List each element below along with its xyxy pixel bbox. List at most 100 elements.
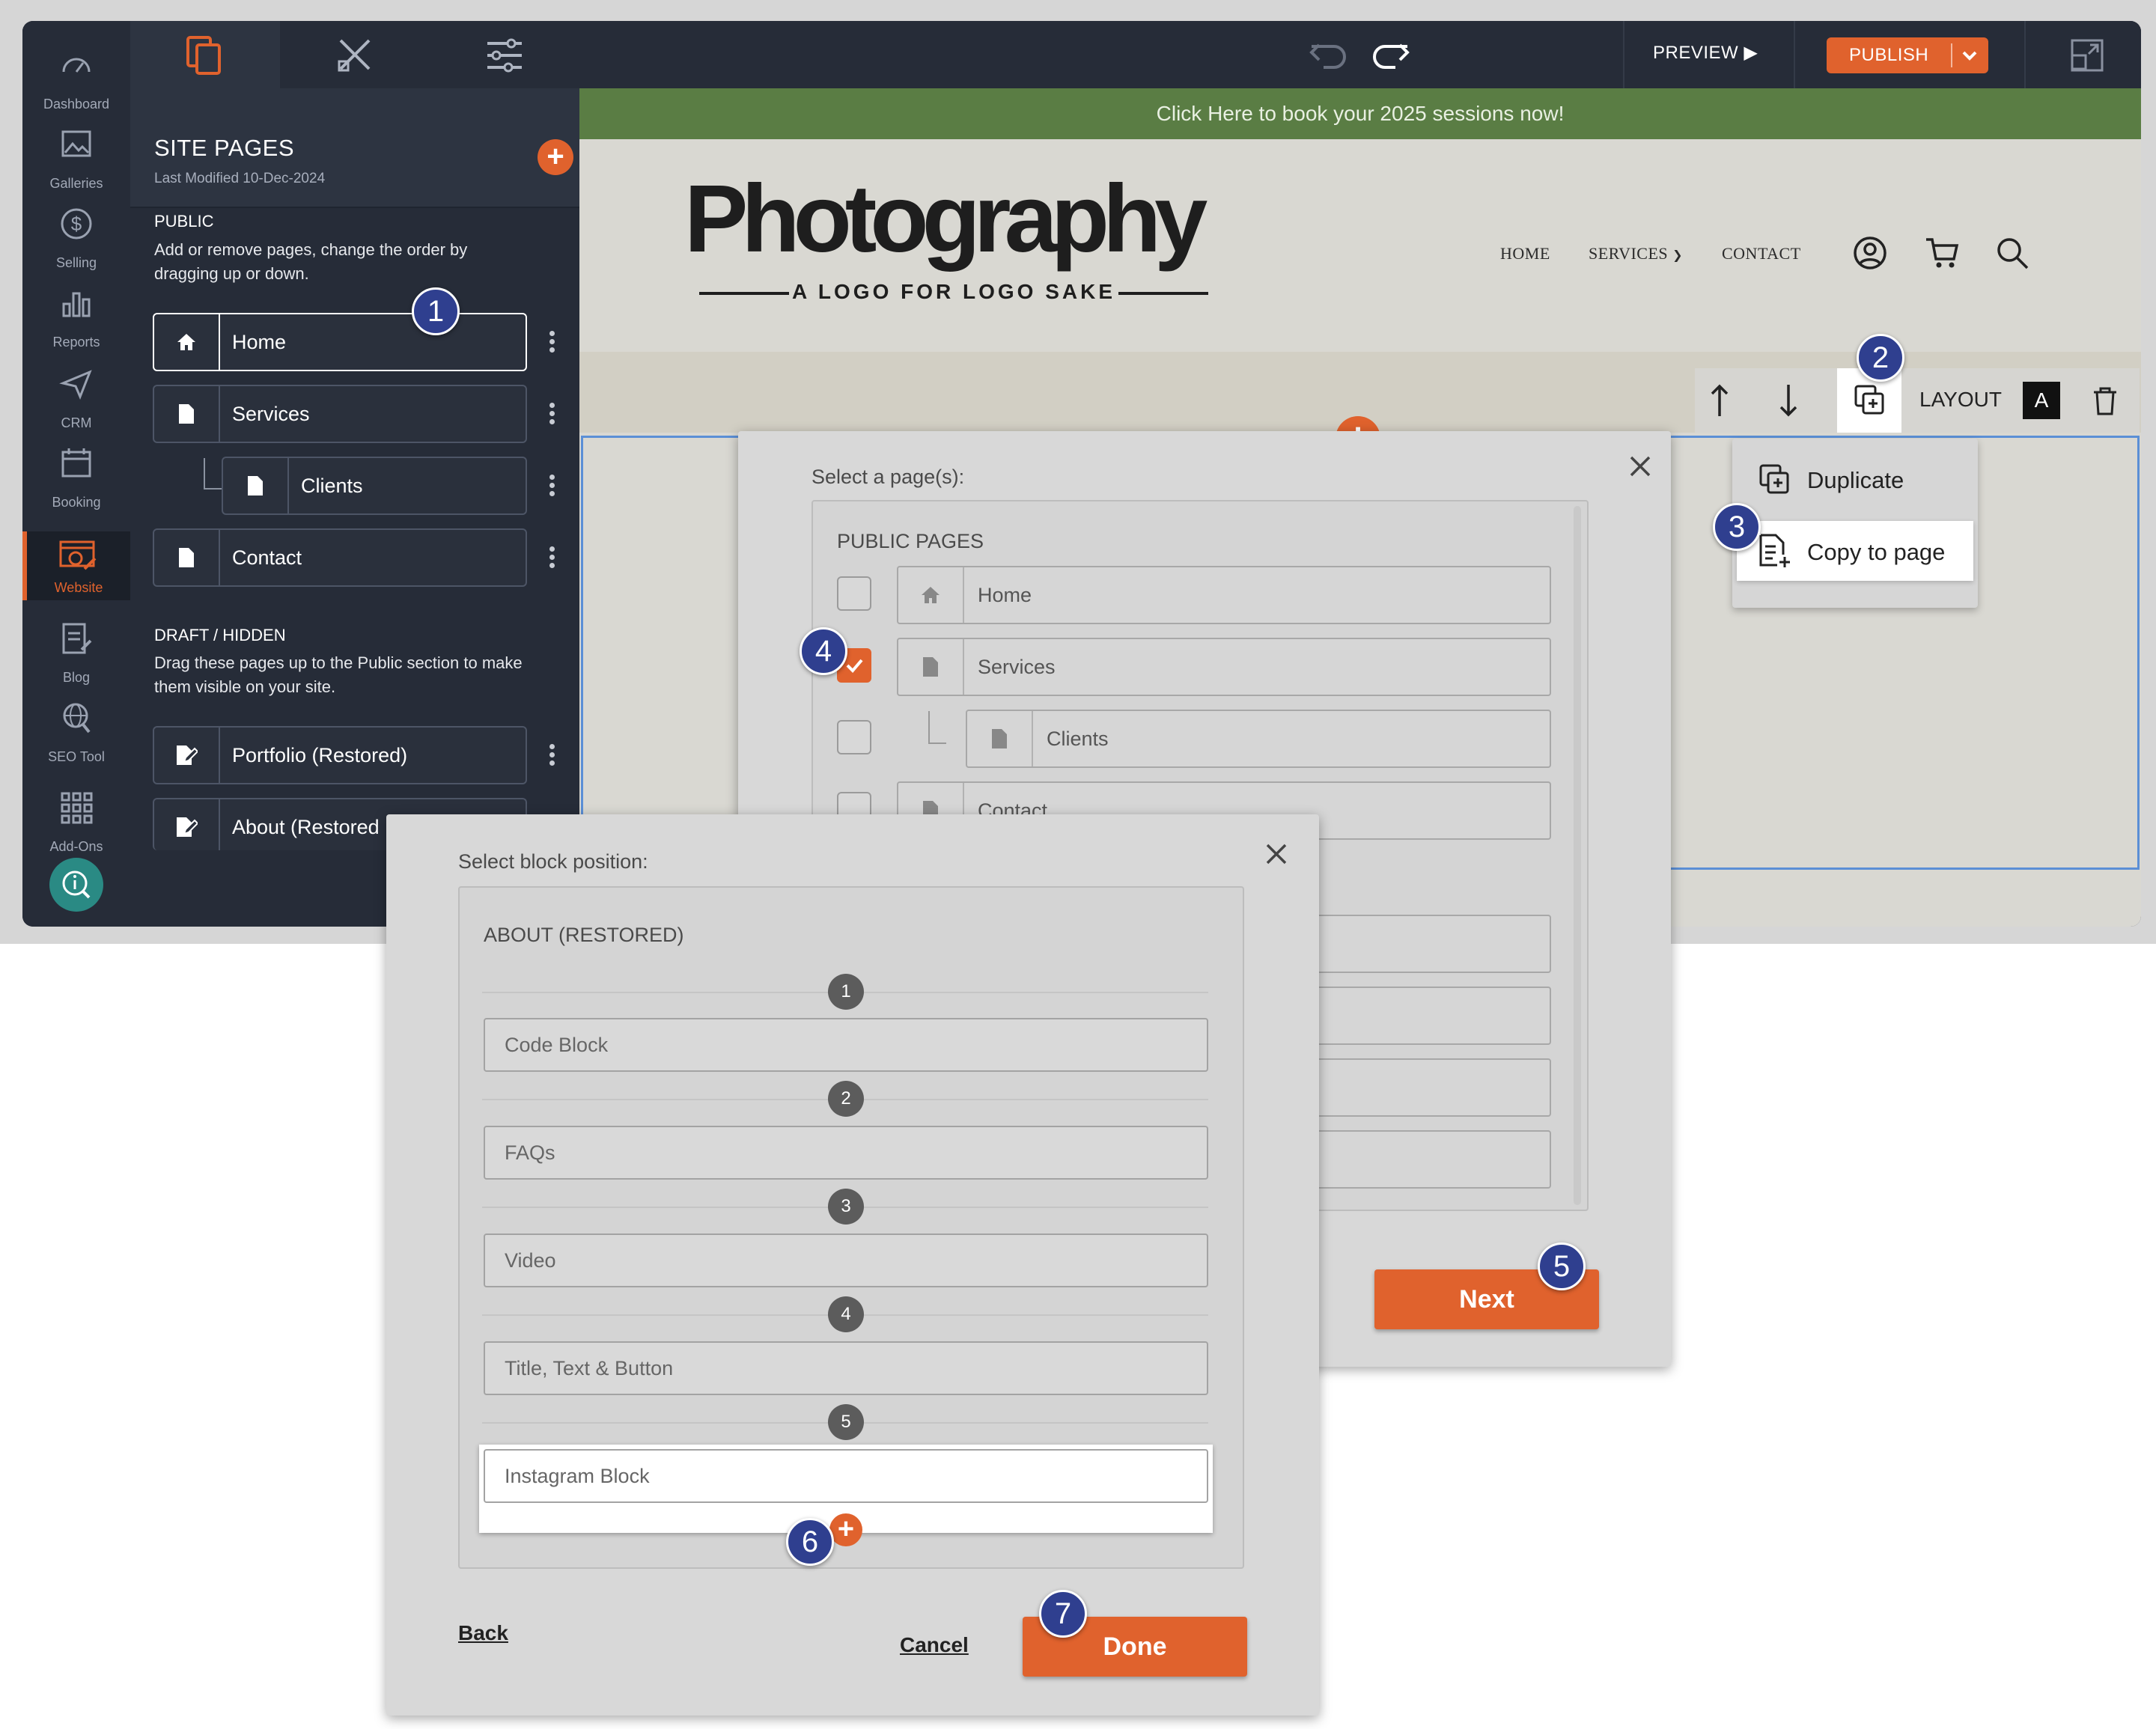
page-icon <box>223 458 289 513</box>
image-icon <box>61 130 91 157</box>
arrow-down-icon[interactable] <box>1777 383 1800 418</box>
checkbox-clients[interactable] <box>837 720 871 754</box>
tab-design[interactable] <box>280 21 430 88</box>
booking-banner[interactable]: Click Here to book your 2025 sessions no… <box>579 88 2141 139</box>
page-menu-icon[interactable] <box>546 543 557 576</box>
rail-label: Add-Ons <box>49 839 103 854</box>
divider <box>1951 43 1952 67</box>
page-row-label: Clients <box>1047 728 1109 750</box>
expand-icon[interactable] <box>2069 37 2105 73</box>
page-item-services[interactable]: Services <box>153 385 527 443</box>
rail-dashboard[interactable]: Dashboard <box>22 39 130 117</box>
add-page-button[interactable]: + <box>538 139 573 175</box>
menu-item-duplicate[interactable]: Duplicate <box>1732 449 1978 506</box>
rail-seo[interactable]: SEO Tool <box>22 692 130 769</box>
arrow-up-icon[interactable] <box>1708 383 1731 418</box>
position-marker[interactable]: 1 <box>828 974 864 1010</box>
page-name: ABOUT (RESTORED) <box>484 924 684 946</box>
rail-blog[interactable]: Blog <box>22 612 130 690</box>
rail-label: Reports <box>52 335 100 350</box>
menu-item-label: Copy to page <box>1807 539 1946 565</box>
close-icon[interactable] <box>1627 454 1653 479</box>
insert-position-button[interactable]: + <box>829 1513 862 1546</box>
close-icon[interactable] <box>1264 841 1289 867</box>
page-label: Services <box>232 403 310 425</box>
preview-button[interactable]: PREVIEW ▶ <box>1653 42 1758 64</box>
page-row-home[interactable]: Home <box>897 566 1551 624</box>
tab-settings[interactable] <box>430 21 579 88</box>
rail-reports[interactable]: Reports <box>22 277 130 355</box>
publish-label: PUBLISH <box>1849 45 1929 65</box>
duplicate-icon <box>1759 464 1789 494</box>
page-menu-icon[interactable] <box>546 400 557 433</box>
cancel-link[interactable]: Cancel <box>900 1633 969 1657</box>
page-row-services[interactable]: Services <box>897 638 1551 696</box>
account-icon[interactable] <box>1852 235 1888 271</box>
tab-pages[interactable] <box>130 21 280 88</box>
scrollbar[interactable] <box>1574 506 1581 1205</box>
rail-galleries[interactable]: Galleries <box>22 118 130 196</box>
step-badge: 7 <box>1039 1590 1087 1638</box>
page-menu-icon[interactable] <box>546 741 557 774</box>
nav-contact[interactable]: CONTACT <box>1722 244 1801 263</box>
position-marker[interactable]: 4 <box>828 1296 864 1332</box>
checkbox-home[interactable] <box>837 576 871 611</box>
block-row-instagram[interactable]: Instagram Block <box>484 1449 1208 1503</box>
page-menu-icon[interactable] <box>546 472 557 504</box>
section-heading: PUBLIC PAGES <box>837 530 984 552</box>
seo-icon <box>63 703 91 734</box>
page-label: Home <box>232 331 287 353</box>
step-badge: 4 <box>800 627 847 675</box>
publish-button[interactable]: PUBLISH <box>1827 37 1988 73</box>
rail-crm[interactable]: CRM <box>22 358 130 436</box>
back-link[interactable]: Back <box>458 1621 508 1645</box>
panel-title: SITE PAGES <box>154 135 295 161</box>
page-icon <box>898 639 964 695</box>
page-row-label: Services <box>978 656 1056 678</box>
site-pages-panel: SITE PAGES Last Modified 10-Dec-2024 + P… <box>130 21 579 927</box>
top-toolbar: PREVIEW ▶ PUBLISH <box>579 21 2141 88</box>
redo-icon[interactable] <box>1368 37 1410 73</box>
position-marker[interactable]: 3 <box>828 1189 864 1225</box>
menu-item-copy-to-page[interactable]: Copy to page <box>1737 521 1973 581</box>
rail-website[interactable]: Website <box>22 531 130 600</box>
page-item-portfolio[interactable]: Portfolio (Restored) <box>153 726 527 784</box>
block-copy-menu: Duplicate Copy to page <box>1732 439 1978 608</box>
position-marker[interactable]: 2 <box>828 1081 864 1117</box>
page-menu-icon[interactable] <box>546 328 557 361</box>
draft-heading: DRAFT / HIDDEN <box>154 626 286 644</box>
layout-selector[interactable]: A <box>2023 382 2060 419</box>
rail-label: SEO Tool <box>48 749 105 764</box>
help-button[interactable] <box>49 858 103 912</box>
page-label: Portfolio (Restored) <box>232 744 408 766</box>
website-icon <box>59 540 97 570</box>
cart-icon[interactable] <box>1924 235 1961 271</box>
public-description: Add or remove pages, change the order by… <box>154 240 468 283</box>
modal-title: Select a page(s): <box>811 466 965 488</box>
site-logo[interactable]: Photography A LOGO FOR LOGO SAKE <box>684 171 1223 303</box>
divider <box>1623 21 1624 88</box>
page-item-home[interactable]: Home <box>153 313 527 371</box>
page-row-clients[interactable]: Clients <box>966 710 1551 768</box>
rail-addons[interactable]: Add-Ons <box>22 781 130 859</box>
edit-page-icon <box>154 799 220 850</box>
search-icon[interactable] <box>1994 235 2030 271</box>
position-marker[interactable]: 5 <box>828 1404 864 1440</box>
nav-home[interactable]: HOME <box>1500 244 1550 263</box>
undo-icon[interactable] <box>1309 37 1350 73</box>
chevron-down-icon[interactable] <box>1960 46 1979 64</box>
nav-services[interactable]: SERVICES ❯ <box>1589 244 1683 263</box>
menu-item-label: Duplicate <box>1807 467 1904 493</box>
page-label: About (Restored <box>232 816 380 838</box>
grid-icon <box>61 792 93 824</box>
copy-block-icon <box>1854 385 1884 415</box>
step-badge: 2 <box>1857 334 1904 382</box>
rail-selling[interactable]: $ Selling <box>22 198 130 275</box>
divider <box>1794 21 1795 88</box>
home-icon <box>898 567 964 623</box>
page-item-contact[interactable]: Contact <box>153 528 527 587</box>
trash-icon[interactable] <box>2092 386 2119 416</box>
rail-booking[interactable]: Booking <box>22 437 130 515</box>
page-item-clients[interactable]: Clients <box>222 457 527 515</box>
block-row-video: Video <box>484 1234 1208 1287</box>
